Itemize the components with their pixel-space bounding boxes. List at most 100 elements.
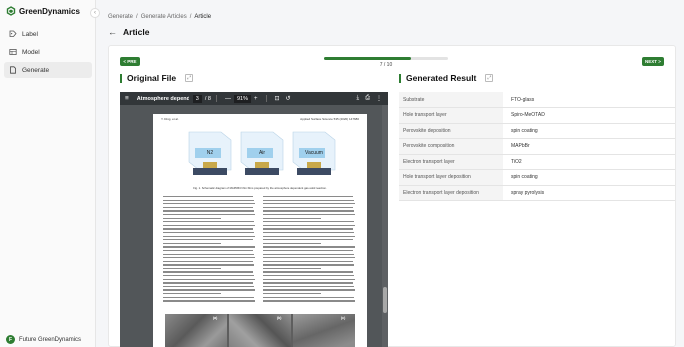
pdf-text-line [263,267,321,270]
download-icon[interactable]: ⤓ [357,95,360,102]
back-arrow-icon[interactable]: ← [108,27,117,37]
pdf-text-line [263,257,356,259]
progress-fill [324,57,411,60]
page-header: ← Article [108,27,149,37]
pdf-text-line [263,300,356,302]
progress-bar [324,57,448,60]
sem-label-b: (b) [277,316,282,320]
pdf-text-line [263,246,356,248]
sidebar-nav: Label Model Generate [4,26,92,80]
sem-image-b: (b) [229,314,291,347]
pdf-text-line [263,196,354,198]
expand-icon[interactable]: ⤢ [485,74,494,82]
sidebar-item-label-text: Label [22,30,38,38]
user-name: Future GreenDynamics [19,336,82,343]
pdf-text-line [263,289,356,291]
pdf-text-line [263,224,356,227]
model-grid-icon [9,48,17,56]
pdf-text-line [263,242,321,245]
sem-image-panel: (a) (b) (c) [165,314,355,347]
pdf-text-line [263,217,321,219]
sidebar-item-generate[interactable]: Generate [4,62,92,78]
figure-label-air: Air [259,150,265,156]
brand[interactable]: GreenDynamics [6,6,80,16]
pdf-text-line [163,257,256,259]
pdf-text-line [163,224,256,227]
sidebar-item-generate-text: Generate [22,66,50,74]
chevron-left-icon[interactable]: ‹ [90,8,100,18]
hamburger-menu-icon[interactable]: ≡ [125,95,129,102]
print-icon[interactable]: ⎙ [365,95,370,102]
sidebar: GreenDynamics Label Model Generate F Fut… [0,0,96,347]
pdf-text-line [263,199,355,201]
pdf-text-line [263,264,355,266]
result-key: Substrate [399,92,503,108]
pdf-zoom-input[interactable]: 91% [233,94,251,103]
generated-result-header: Generated Result ⤢ [399,73,494,83]
breadcrumb-item-article: Article [194,14,212,20]
zoom-in-icon[interactable]: + [254,96,258,102]
pdf-text-line [163,206,254,209]
next-button[interactable]: NEXT > [642,57,664,66]
breadcrumb-separator: / [189,14,192,20]
text-column-left [163,196,259,304]
more-vertical-icon[interactable]: ⋮ [376,95,382,102]
schematic-figure: N2 Air Vacuum [188,131,336,175]
zoom-out-icon[interactable]: — [225,96,231,102]
pdf-text-line [163,253,255,255]
pdf-scrollbar-thumb[interactable] [383,287,387,313]
breadcrumb-item-generate[interactable]: Generate [108,14,133,20]
brand-logo-icon [6,6,16,16]
table-row: Electron transport layer TiO2 [399,154,675,170]
result-value: FTO-glass [503,92,675,108]
result-key: Electron transport layer [399,154,503,170]
pdf-page-input[interactable]: 3 [192,94,202,103]
breadcrumb-separator: / [136,14,138,20]
figure-label-n2: N2 [207,150,214,156]
pdf-doc-title: Atmosphere depend... [136,95,189,102]
pdf-text-line [263,296,355,298]
result-value: MAPbBr [503,138,675,155]
pdf-text-line [163,199,255,201]
toolbar-divider [265,95,267,102]
result-key: Hole transport layer deposition [399,169,503,186]
page-header-right: Applied Surface Science 535 (2020) 14768… [300,117,359,121]
result-key: Perovskite composition [399,138,503,155]
pdf-text-line [163,289,256,291]
expand-icon[interactable]: ⤢ [185,74,194,82]
breadcrumb-item-generate-articles[interactable]: Generate Articles [141,14,187,20]
pdf-text-line [263,213,356,216]
sem-image-c: (c) [293,314,355,347]
result-table: Substrate FTO-glass Hole transport layer… [399,92,675,201]
sem-image-a: (a) [165,314,227,347]
table-row: Hole transport layer Spiro-MeOTAD [399,107,675,124]
pdf-text-line [163,228,254,230]
sidebar-item-model[interactable]: Model [4,44,92,60]
fit-page-icon[interactable]: ⊡ [275,95,280,102]
table-row: Substrate FTO-glass [399,92,675,108]
pdf-viewer[interactable]: ≡ Atmosphere depend... 3 / 8 — 91% + ⊡ ↺… [120,92,388,347]
pdf-text-line [163,213,256,216]
section-accent-bar [120,73,122,83]
user-profile[interactable]: F Future GreenDynamics [6,335,81,344]
breadcrumb: Generate / Generate Articles / Article [108,14,211,20]
pdf-text-line [163,203,256,205]
pdf-text-line [163,196,254,198]
rotate-icon[interactable]: ↺ [286,95,291,102]
pdf-text-line [263,206,354,209]
sidebar-item-model-text: Model [22,48,40,56]
pdf-text-line [263,275,355,277]
sidebar-item-label[interactable]: Label [4,26,92,42]
pdf-page-total: / 8 [204,95,211,102]
pdf-text-line [263,285,355,288]
prev-button[interactable]: < PRE [120,57,140,66]
pdf-text-line [263,271,354,273]
original-file-header: Original File ⤢ [120,73,194,83]
pdf-text-line [163,296,255,298]
pdf-text-line [163,242,221,245]
page-title: Article [123,27,150,37]
pdf-text-line [163,231,255,234]
pdf-text-line [163,275,255,277]
pdf-toolbar-actions: ⤓ ⎙ ⋮ [357,95,382,102]
brand-name: GreenDynamics [19,6,80,16]
